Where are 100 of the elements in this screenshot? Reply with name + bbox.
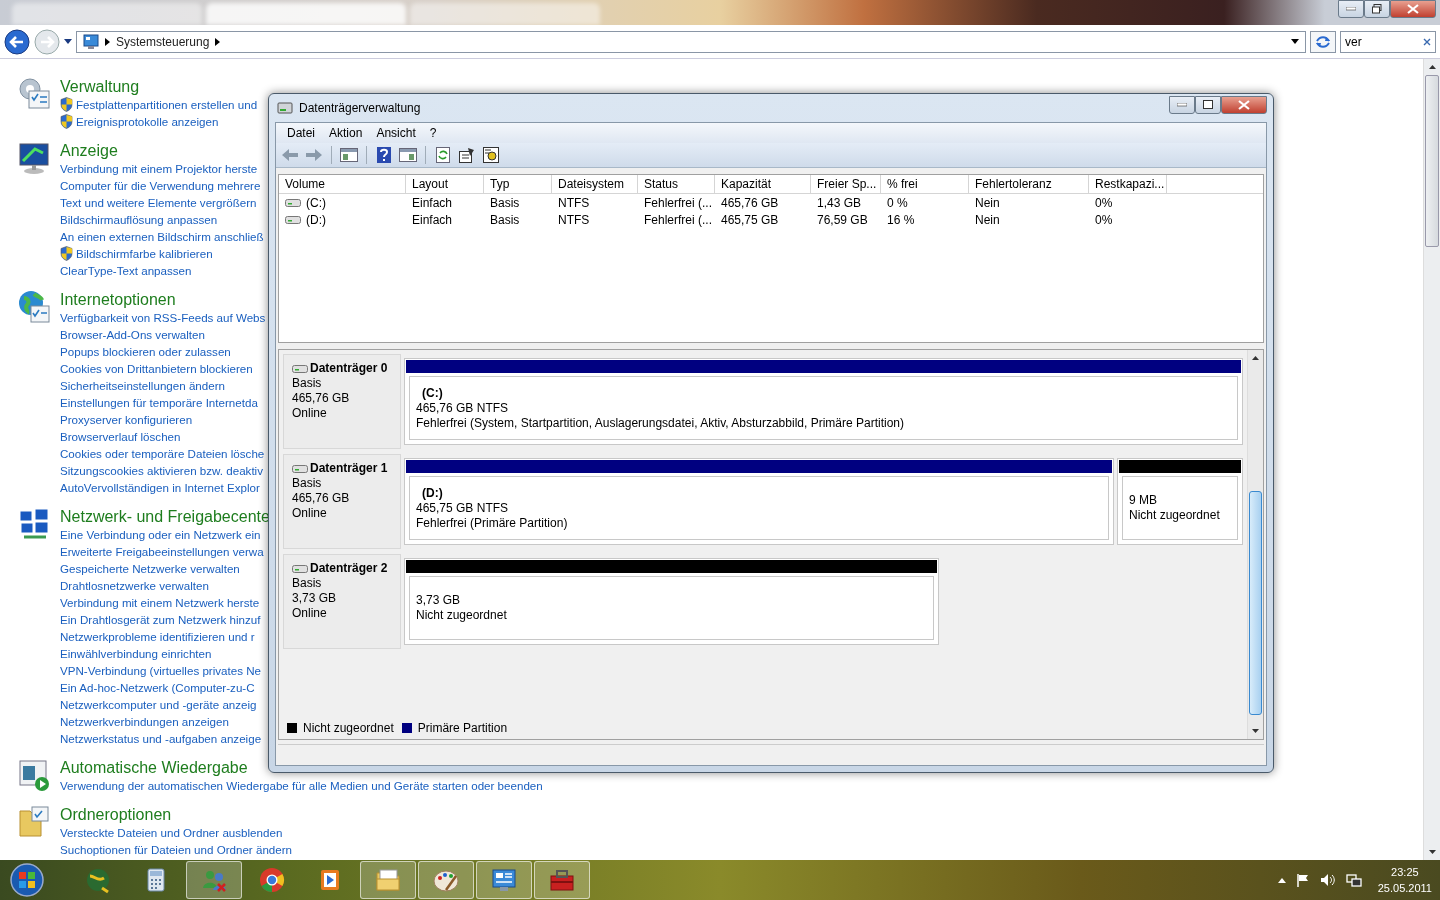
disk-info-panel[interactable]: Datenträger 2 Basis 3,73 GB Online xyxy=(283,554,401,649)
settings-link[interactable]: Bildschirmfarbe kalibrieren xyxy=(76,245,213,262)
taskbar-button[interactable] xyxy=(534,861,590,899)
close-button[interactable] xyxy=(1390,0,1436,18)
taskbar-button[interactable] xyxy=(360,861,416,899)
menu-item[interactable]: Ansicht xyxy=(369,126,423,140)
settings-link[interactable]: Browserverlauf löschen xyxy=(60,428,181,445)
column-header[interactable]: Restkapazi... xyxy=(1089,175,1167,193)
taskbar-button[interactable] xyxy=(186,861,242,899)
column-header[interactable]: Status xyxy=(638,175,715,193)
taskbar-button[interactable] xyxy=(418,861,474,899)
settings-link[interactable]: Proxyserver konfigurieren xyxy=(60,411,193,428)
minimize-button[interactable] xyxy=(1169,96,1195,114)
settings-link[interactable]: Computer für die Verwendung mehrere xyxy=(60,177,261,194)
settings-link[interactable]: Erweiterte Freigabeeinstellungen verwa xyxy=(60,543,264,560)
window-pane-icon[interactable] xyxy=(398,145,418,165)
settings-link[interactable]: Suchoptionen für Dateien und Ordner ändern xyxy=(60,841,293,858)
category-title[interactable]: Internetoptionen xyxy=(60,290,176,309)
settings-link[interactable]: Verbindung mit einem Netzwerk herste xyxy=(60,594,260,611)
category-title[interactable]: Netzwerk- und Freigabecente xyxy=(60,507,270,526)
scroll-thumb[interactable] xyxy=(1425,75,1439,247)
settings-link[interactable]: Drahtlosnetzwerke verwalten xyxy=(60,577,209,594)
disk-info-panel[interactable]: Datenträger 0 Basis 465,76 GB Online xyxy=(283,354,401,449)
dropdown-caret-icon[interactable] xyxy=(1291,39,1299,44)
scrollbar[interactable] xyxy=(1423,59,1440,860)
partition-block[interactable]: (D:) 465,75 GB NTFS Fehlerfrei (Primäre Partition) xyxy=(404,458,1114,545)
taskbar-button[interactable] xyxy=(476,861,532,899)
chevron-right-icon[interactable] xyxy=(215,37,221,46)
settings-link[interactable]: Text und weitere Elemente vergrößern xyxy=(60,194,257,211)
settings-link[interactable]: Festplattenpartitionen erstellen und xyxy=(76,96,258,113)
settings-link[interactable]: Ein Ad-hoc-Netzwerk (Computer-zu-C xyxy=(60,679,255,696)
settings-link[interactable]: Cookies von Drittanbietern blockieren xyxy=(60,360,253,377)
settings-link[interactable]: Verbindung mit einem Projektor herste xyxy=(60,160,258,177)
settings-link[interactable]: Eine Verbindung oder ein Netzwerk ein xyxy=(60,526,261,543)
settings-link[interactable]: An einen externen Bildschirm anschließ xyxy=(60,228,264,245)
disk-info-panel[interactable]: Datenträger 1 Basis 465,76 GB Online xyxy=(283,454,401,549)
flag-icon[interactable] xyxy=(1295,873,1310,887)
settings-link[interactable]: Einstellungen für temporäre Internetda xyxy=(60,394,258,411)
settings-link[interactable]: Popups blockieren oder zulassen xyxy=(60,343,231,360)
column-header[interactable]: Kapazität xyxy=(715,175,811,193)
speaker-icon[interactable] xyxy=(1319,873,1336,887)
refresh-icon[interactable] xyxy=(433,145,453,165)
address-bar[interactable]: Systemsteuerung xyxy=(76,30,1306,53)
menu-item[interactable]: Aktion xyxy=(322,126,370,140)
caret-up-icon[interactable] xyxy=(1277,877,1286,883)
settings-link[interactable]: Versteckte Dateien und Ordner ausblenden xyxy=(60,824,283,841)
settings-link[interactable]: Cookies oder temporäre Dateien lösche xyxy=(60,445,265,462)
settings-link[interactable]: Netzwerkprobleme identifizieren und r xyxy=(60,628,255,645)
close-button[interactable] xyxy=(1221,96,1267,114)
restore-button[interactable] xyxy=(1364,0,1390,18)
clock-time[interactable]: 23:25 xyxy=(1391,864,1419,880)
settings-link[interactable]: Netzwerkverbindungen anzeigen xyxy=(60,713,229,730)
scroll-up-icon[interactable] xyxy=(1252,356,1259,360)
partition-block[interactable]: (C:) 465,76 GB NTFS Fehlerfrei (System, Startpartition, Auslagerungsdatei, Aktiv, Absturzabbild, Primäre Partition) xyxy=(404,358,1243,445)
clear-icon[interactable] xyxy=(1423,37,1431,46)
clock-date[interactable]: 25.05.2011 xyxy=(1377,880,1432,896)
settings-link[interactable]: Ereignisprotokolle anzeigen xyxy=(76,113,219,130)
settings-link[interactable]: Ein Drahtlosgerät zum Netzwerk hinzuf xyxy=(60,611,261,628)
help-icon[interactable] xyxy=(374,145,394,165)
settings-link[interactable]: AutoVervollständigen in Internet Explor xyxy=(60,479,260,496)
column-header[interactable]: % frei xyxy=(881,175,969,193)
partition-block[interactable]: 9 MB Nicht zugeordnet xyxy=(1117,458,1243,545)
scroll-up-icon[interactable] xyxy=(1428,65,1436,69)
settings-link[interactable]: Netzwerkstatus und -aufgaben anzeige xyxy=(60,730,262,747)
scroll-down-icon[interactable] xyxy=(1252,729,1259,733)
menu-item[interactable]: ? xyxy=(422,126,444,140)
settings-icon[interactable] xyxy=(481,145,501,165)
maximize-button[interactable] xyxy=(1195,96,1221,114)
category-title[interactable]: Anzeige xyxy=(60,141,118,160)
settings-link[interactable]: Sicherheitseinstellungen ändern xyxy=(60,377,225,394)
settings-link[interactable]: Gespeicherte Netzwerke verwalten xyxy=(60,560,240,577)
partition-block[interactable]: 3,73 GB Nicht zugeordnet xyxy=(404,558,939,645)
window-pane-icon[interactable] xyxy=(339,145,359,165)
minimize-button[interactable] xyxy=(1338,0,1364,18)
category-title[interactable]: Ordneroptionen xyxy=(60,805,172,824)
breadcrumb-item[interactable]: Systemsteuerung xyxy=(116,34,210,49)
column-header[interactable]: Layout xyxy=(406,175,484,193)
settings-link[interactable]: Netzwerkcomputer und -geräte anzeig xyxy=(60,696,257,713)
column-header[interactable]: Freier Sp... xyxy=(811,175,881,193)
column-header[interactable]: Fehlertoleranz xyxy=(969,175,1089,193)
category-title[interactable]: Verwaltung xyxy=(60,77,140,96)
category-title[interactable]: Automatische Wiedergabe xyxy=(60,758,248,777)
column-header[interactable]: Dateisystem xyxy=(552,175,638,193)
menu-item[interactable]: Datei xyxy=(280,126,322,140)
scroll-thumb[interactable] xyxy=(1249,491,1262,715)
column-header[interactable]: Volume xyxy=(279,175,406,193)
column-header[interactable]: Typ xyxy=(484,175,552,193)
scroll-down-icon[interactable] xyxy=(1428,850,1436,854)
settings-link[interactable]: Verwendung der automatischen Wiedergabe für alle Medien und Geräte starten oder beenden xyxy=(60,777,543,794)
search-field[interactable]: ver xyxy=(1340,30,1436,53)
settings-link[interactable]: Einwählverbindung einrichten xyxy=(60,645,212,662)
back-button[interactable] xyxy=(4,28,30,55)
properties-icon[interactable] xyxy=(457,145,477,165)
settings-link[interactable]: Browser-Add-Ons verwalten xyxy=(60,326,205,343)
settings-link[interactable]: Bildschirmauflösung anpassen xyxy=(60,211,218,228)
refresh-button[interactable] xyxy=(1310,30,1336,53)
settings-link[interactable]: ClearType-Text anpassen xyxy=(60,262,192,279)
settings-link[interactable]: VPN-Verbindung (virtuelles privates Ne xyxy=(60,662,262,679)
dropdown-caret-icon[interactable] xyxy=(64,39,72,44)
settings-link[interactable]: Verfügbarkeit von RSS-Feeds auf Webs xyxy=(60,309,266,326)
